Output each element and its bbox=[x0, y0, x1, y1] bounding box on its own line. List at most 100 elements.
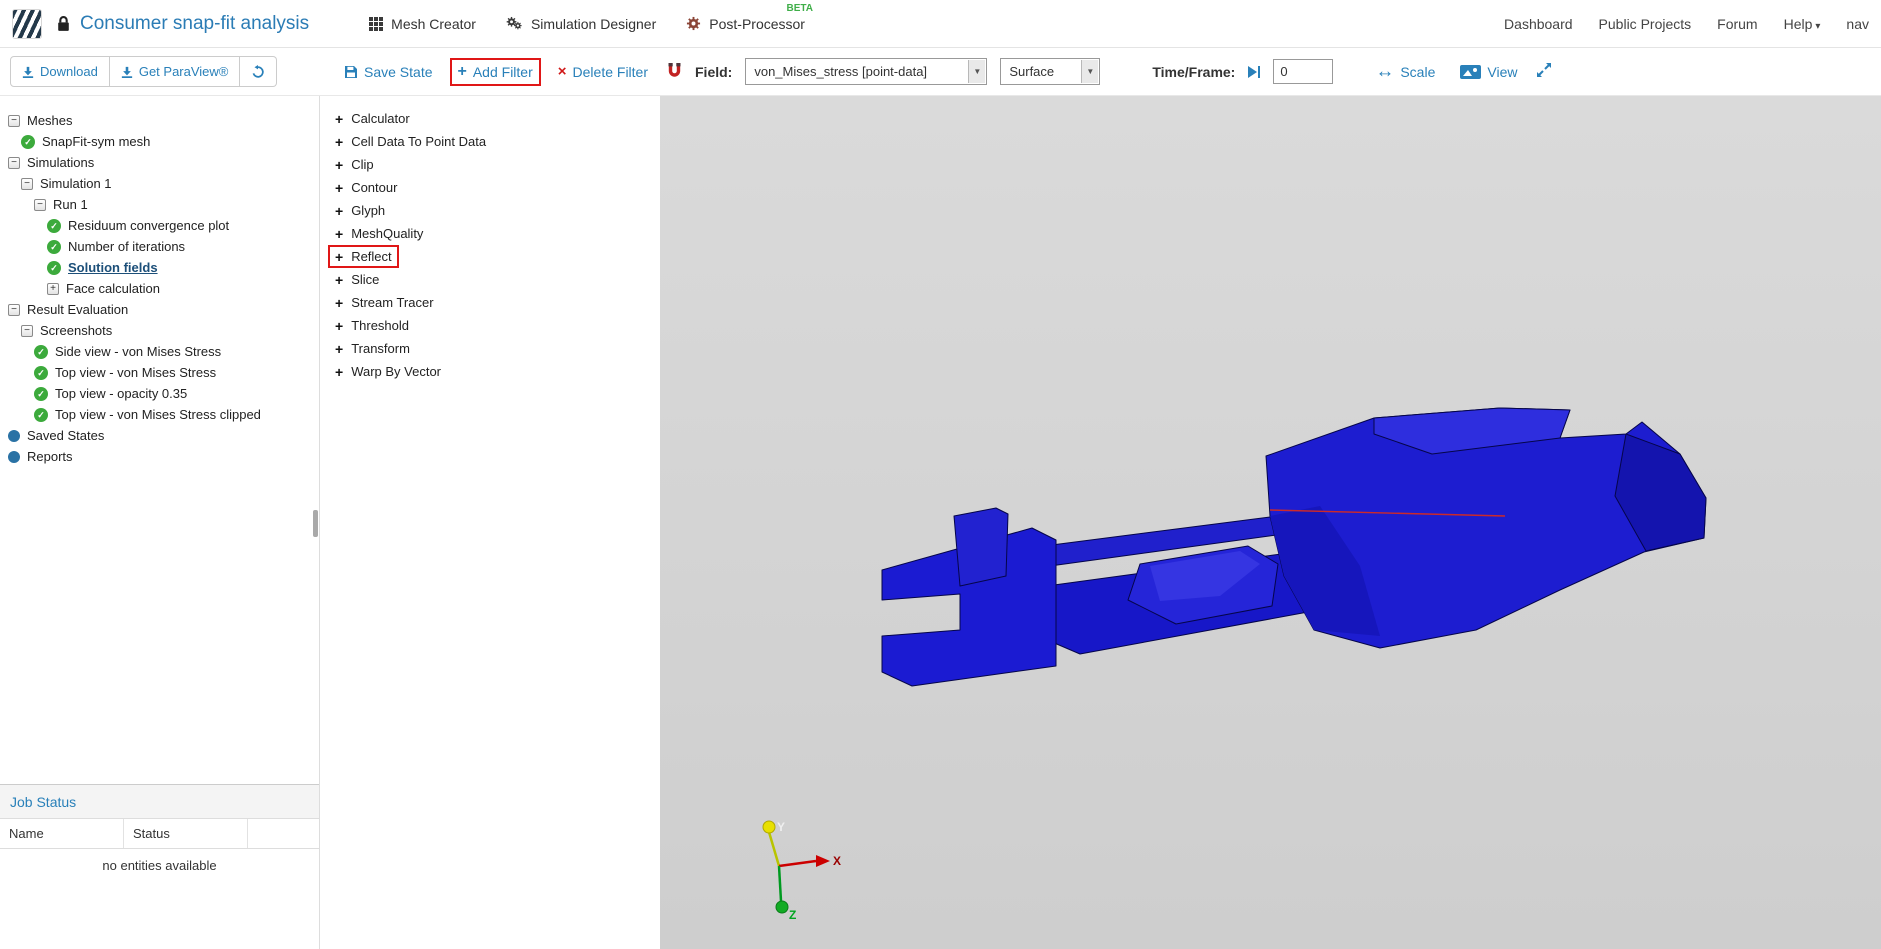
nav-public-projects[interactable]: Public Projects bbox=[1599, 16, 1692, 32]
gears-icon bbox=[506, 16, 522, 30]
add-icon: + bbox=[335, 202, 344, 219]
scale-label: Scale bbox=[1400, 63, 1436, 80]
nav-simulation-designer[interactable]: Simulation Designer bbox=[506, 16, 656, 32]
download-button[interactable]: Download bbox=[10, 56, 110, 87]
collapse-icon[interactable]: − bbox=[8, 114, 20, 127]
tree-item-simulations[interactable]: − Simulations bbox=[0, 152, 319, 173]
caret-down-icon: ▾ bbox=[1815, 20, 1821, 32]
status-ok-icon: ✓ bbox=[34, 386, 48, 401]
save-state-label: Save State bbox=[364, 63, 433, 80]
tree-item-face-calculation[interactable]: + Face calculation bbox=[0, 278, 319, 299]
tree-item-top-view-opacity-0-35[interactable]: ✓ Top view - opacity 0.35 bbox=[0, 383, 319, 404]
bullet-icon bbox=[8, 450, 20, 463]
filter-item-label: Calculator bbox=[351, 111, 410, 126]
download-icon bbox=[22, 66, 34, 78]
collapse-icon[interactable]: − bbox=[34, 198, 46, 211]
fit-view-icon[interactable] bbox=[1536, 62, 1552, 81]
tree-item-label: Saved States bbox=[27, 428, 105, 443]
tree-item-result-evaluation[interactable]: − Result Evaluation bbox=[0, 299, 319, 320]
tree-item-top-view-von-mises-stress[interactable]: ✓ Top view - von Mises Stress bbox=[0, 362, 319, 383]
tree-item-label: SnapFit-sym mesh bbox=[42, 134, 151, 149]
nav-post-processor[interactable]: Post-Processor BETA bbox=[686, 3, 813, 32]
tree-item-label: Residuum convergence plot bbox=[68, 218, 230, 233]
tree-item-saved-states[interactable]: Saved States bbox=[0, 425, 319, 446]
sidebar-scrollbar[interactable] bbox=[313, 510, 318, 537]
add-filter-button[interactable]: + Add Filter bbox=[449, 57, 541, 86]
sidebar-button-group: Download Get ParaView® bbox=[10, 56, 278, 87]
filter-item-cell-data-to-point-data[interactable]: + Cell Data To Point Data bbox=[330, 132, 491, 151]
sidebar-toolbar: Download Get ParaView® bbox=[0, 56, 320, 87]
filter-item-threshold[interactable]: + Threshold bbox=[330, 316, 414, 335]
filter-item-label: Contour bbox=[351, 180, 398, 195]
filter-item-calculator[interactable]: + Calculator bbox=[330, 109, 415, 128]
filter-item-warp-by-vector[interactable]: + Warp By Vector bbox=[330, 362, 446, 381]
filter-item-contour[interactable]: + Contour bbox=[330, 178, 402, 197]
tree-item-label: Side view - von Mises Stress bbox=[55, 344, 222, 359]
download-label: Download bbox=[40, 64, 98, 79]
job-status-title: Job Status bbox=[0, 785, 319, 819]
representation-select[interactable]: Surface ▼ bbox=[1000, 58, 1101, 85]
filter-item-meshquality[interactable]: + MeshQuality bbox=[330, 224, 428, 243]
snap-fit-model[interactable] bbox=[881, 407, 1707, 687]
collapse-icon[interactable]: − bbox=[8, 303, 20, 316]
tree-item-side-view-von-mises-stress[interactable]: ✓ Side view - von Mises Stress bbox=[0, 341, 319, 362]
filter-item-slice[interactable]: + Slice bbox=[330, 270, 384, 289]
nav-forum[interactable]: Forum bbox=[1717, 16, 1757, 32]
collapse-icon[interactable]: − bbox=[8, 156, 20, 169]
time-frame-input[interactable] bbox=[1273, 59, 1334, 84]
collapse-icon[interactable]: − bbox=[21, 324, 33, 337]
filter-item-clip[interactable]: + Clip bbox=[330, 155, 379, 174]
tree-item-label: Number of iterations bbox=[68, 239, 186, 254]
add-icon: + bbox=[335, 156, 344, 173]
filter-item-label: Warp By Vector bbox=[351, 364, 442, 379]
filter-item-stream-tracer[interactable]: + Stream Tracer bbox=[330, 293, 439, 312]
tree-item-residuum-convergence-plot[interactable]: ✓ Residuum convergence plot bbox=[0, 215, 319, 236]
axis-z-label: Z bbox=[789, 908, 796, 922]
get-paraview-button[interactable]: Get ParaView® bbox=[109, 56, 241, 87]
view-button[interactable]: View bbox=[1454, 60, 1523, 84]
nav-truncated-text[interactable]: nav bbox=[1846, 16, 1869, 32]
filter-item-label: Stream Tracer bbox=[351, 295, 434, 310]
axis-x-label: X bbox=[833, 854, 841, 868]
add-filter-label: Add Filter bbox=[472, 63, 533, 80]
toolbar-row: Download Get ParaView® Save State + Add … bbox=[0, 48, 1881, 96]
tree-item-number-of-iterations[interactable]: ✓ Number of iterations bbox=[0, 236, 319, 257]
tree-item-run-1[interactable]: − Run 1 bbox=[0, 194, 319, 215]
refresh-button[interactable] bbox=[240, 56, 278, 87]
collapse-icon[interactable]: − bbox=[21, 177, 33, 190]
scale-button[interactable]: ↔ Scale bbox=[1369, 58, 1441, 85]
3d-model-canvas[interactable]: Y X Z bbox=[660, 96, 1881, 949]
job-status-col-name: Name bbox=[0, 819, 124, 848]
save-state-button[interactable]: Save State bbox=[338, 60, 439, 84]
expand-icon[interactable]: + bbox=[47, 282, 59, 295]
delete-filter-button[interactable]: × Delete Filter bbox=[552, 60, 654, 84]
tree-item-top-view-von-mises-stress-clipped[interactable]: ✓ Top view - von Mises Stress clipped bbox=[0, 404, 319, 425]
filter-item-label: Glyph bbox=[351, 203, 386, 218]
step-forward-icon[interactable] bbox=[1248, 65, 1261, 78]
filter-item-label: Transform bbox=[351, 341, 410, 356]
tree-item-label: Top view - von Mises Stress clipped bbox=[55, 407, 261, 422]
nav-help-menu[interactable]: Help ▾ bbox=[1784, 16, 1821, 32]
tree-item-simulation-1[interactable]: − Simulation 1 bbox=[0, 173, 319, 194]
status-ok-icon: ✓ bbox=[34, 344, 48, 359]
tree-item-reports[interactable]: Reports bbox=[0, 446, 319, 467]
tree-item-snapfit-sym-mesh[interactable]: ✓ SnapFit-sym mesh bbox=[0, 131, 319, 152]
add-icon: + bbox=[335, 317, 344, 334]
filter-item-reflect[interactable]: + Reflect bbox=[328, 245, 399, 268]
field-select[interactable]: von_Mises_stress [point-data] ▼ bbox=[745, 58, 988, 85]
x-icon: × bbox=[557, 63, 567, 80]
tree-item-screenshots[interactable]: − Screenshots bbox=[0, 320, 319, 341]
tree-item-solution-fields[interactable]: ✓ Solution fields bbox=[0, 257, 319, 278]
filter-item-transform[interactable]: + Transform bbox=[330, 339, 415, 358]
magnet-icon[interactable] bbox=[667, 62, 682, 82]
app-logo-icon[interactable] bbox=[12, 8, 42, 39]
render-viewport[interactable]: Y X Z bbox=[660, 96, 1881, 949]
tree-item-meshes[interactable]: − Meshes bbox=[0, 110, 319, 131]
filter-item-glyph[interactable]: + Glyph bbox=[330, 201, 390, 220]
nav-dashboard[interactable]: Dashboard bbox=[1504, 16, 1573, 32]
representation-select-value: Surface bbox=[1009, 64, 1055, 79]
nav-mesh-creator[interactable]: Mesh Creator bbox=[369, 16, 476, 32]
tree-item-label: Run 1 bbox=[53, 197, 88, 212]
tree-item-label: Simulation 1 bbox=[40, 176, 112, 191]
app-switcher: Mesh Creator Simulation Designer Post-Pr… bbox=[369, 3, 813, 32]
